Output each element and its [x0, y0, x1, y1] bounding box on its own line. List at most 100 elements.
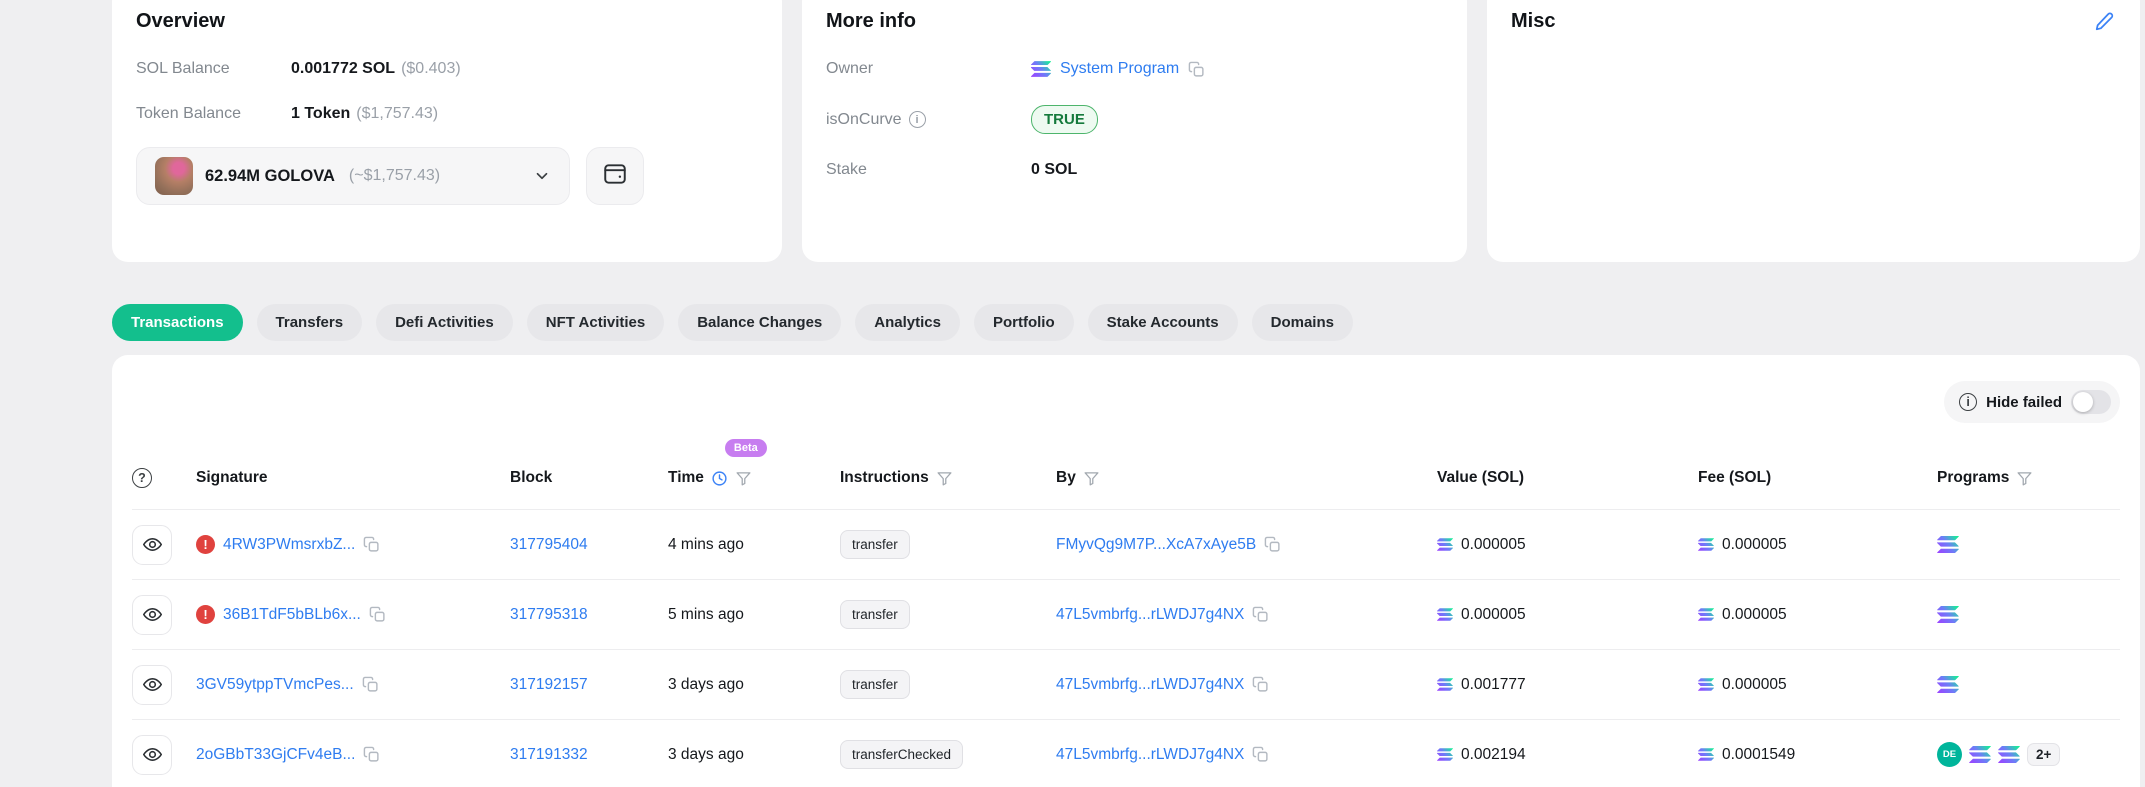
signature-link[interactable]: 4RW3PWmsrxbZ... [223, 536, 355, 554]
sol-balance-row: SOL Balance 0.001772 SOL($0.403) [136, 60, 758, 78]
tab-transactions[interactable]: Transactions [112, 304, 243, 341]
signature-link[interactable]: 3GV59ytppTVmcPes... [196, 676, 354, 694]
token-avatar [155, 157, 193, 195]
block-link[interactable]: 317192157 [510, 676, 588, 693]
time-cell: 4 mins ago [668, 536, 840, 554]
time-filter-icon[interactable] [735, 470, 752, 487]
copy-icon[interactable] [363, 746, 380, 763]
value-sol: 0.001777 [1461, 676, 1526, 694]
tab-defi-activities[interactable]: Defi Activities [376, 304, 513, 341]
token-accounts-icon [602, 161, 628, 192]
system-program-icon[interactable] [1969, 746, 1991, 763]
info-icon: i [909, 111, 926, 128]
section-tabs: Transactions Transfers Defi Activities N… [112, 304, 2140, 341]
instruction-pill: transfer [840, 530, 910, 559]
token-select-dropdown[interactable]: 62.94M GOLOVA (~$1,757.43) [136, 147, 570, 205]
dex-program-badge[interactable]: DE [1937, 742, 1962, 767]
owner-row: Owner System Program [826, 60, 1443, 78]
stake-row: Stake 0 SOL [826, 161, 1443, 179]
copy-icon[interactable] [369, 606, 386, 623]
by-filter-icon[interactable] [1083, 470, 1100, 487]
value-sol: 0.000005 [1461, 606, 1526, 624]
eye-icon [142, 604, 163, 625]
token-accounts-button[interactable] [586, 147, 644, 205]
token-program-icon[interactable] [1998, 746, 2020, 763]
col-programs: Programs [1937, 469, 2120, 487]
is-on-curve-row: isOnCurve i TRUE [826, 105, 1443, 134]
transactions-card: i Hide failed ? Signature Block Time Bet… [112, 355, 2140, 787]
sol-icon [1698, 748, 1714, 761]
system-program-icon[interactable] [1937, 606, 1959, 623]
token-balance-value: 1 Token($1,757.43) [291, 105, 438, 123]
tab-domains[interactable]: Domains [1252, 304, 1353, 341]
sol-icon [1437, 678, 1453, 691]
preview-eye-button[interactable] [132, 525, 172, 565]
more-programs-pill[interactable]: 2+ [2027, 743, 2060, 766]
copy-icon[interactable] [1188, 61, 1205, 78]
sol-icon [1698, 538, 1714, 551]
copy-icon[interactable] [1252, 746, 1269, 763]
tab-balance-changes[interactable]: Balance Changes [678, 304, 841, 341]
block-link[interactable]: 317795318 [510, 606, 588, 623]
programs-filter-icon[interactable] [2016, 470, 2033, 487]
copy-icon[interactable] [362, 676, 379, 693]
overview-title: Overview [136, 10, 758, 33]
copy-icon[interactable] [1252, 606, 1269, 623]
hide-failed-toggle[interactable] [2071, 390, 2111, 414]
by-address-link[interactable]: FMyvQg9M7P...XcA7xAye5B [1056, 536, 1256, 554]
by-address-link[interactable]: 47L5vmbrfg...rLWDJ7g4NX [1056, 606, 1244, 624]
failed-tx-icon: ! [196, 605, 215, 624]
instruction-pill: transferChecked [840, 740, 963, 769]
system-program-icon[interactable] [1937, 676, 1959, 693]
copy-icon[interactable] [1252, 676, 1269, 693]
solana-logo-icon [1031, 61, 1051, 77]
eye-icon [142, 534, 163, 555]
copy-icon[interactable] [1264, 536, 1281, 553]
fee-sol: 0.0001549 [1722, 746, 1795, 764]
tab-portfolio[interactable]: Portfolio [974, 304, 1074, 341]
by-address-link[interactable]: 47L5vmbrfg...rLWDJ7g4NX [1056, 676, 1244, 694]
sol-icon [1437, 748, 1453, 761]
owner-link[interactable]: System Program [1060, 60, 1179, 78]
tab-stake-accounts[interactable]: Stake Accounts [1088, 304, 1238, 341]
overview-card: Overview SOL Balance 0.001772 SOL($0.403… [112, 0, 782, 262]
tab-nft-activities[interactable]: NFT Activities [527, 304, 664, 341]
system-program-icon[interactable] [1937, 536, 1959, 553]
is-on-curve-label: isOnCurve i [826, 111, 1031, 129]
copy-icon[interactable] [363, 536, 380, 553]
token-balance-row: Token Balance 1 Token($1,757.43) [136, 105, 758, 123]
signature-link[interactable]: 2oGBbT33GjCFv4eB... [196, 746, 355, 764]
preview-eye-button[interactable] [132, 665, 172, 705]
signature-link[interactable]: 36B1TdF5bBLb6x... [223, 606, 361, 624]
sol-icon [1437, 538, 1453, 551]
instruction-pill: transfer [840, 670, 910, 699]
table-row: 3GV59ytppTVmcPes... 317192157 3 days ago… [132, 649, 2120, 719]
beta-badge: Beta [725, 439, 767, 457]
hide-failed-control[interactable]: i Hide failed [1944, 381, 2120, 423]
sol-icon [1437, 608, 1453, 621]
tab-transfers[interactable]: Transfers [257, 304, 363, 341]
block-link[interactable]: 317191332 [510, 746, 588, 763]
preview-eye-button[interactable] [132, 735, 172, 775]
table-toolbar: i Hide failed [132, 381, 2120, 423]
edit-pencil-icon[interactable] [2094, 10, 2116, 32]
token-selector-row: 62.94M GOLOVA (~$1,757.43) [136, 147, 758, 205]
is-on-curve-value: TRUE [1031, 105, 1098, 134]
tab-analytics[interactable]: Analytics [855, 304, 960, 341]
fee-sol: 0.000005 [1722, 606, 1787, 624]
hide-failed-label: Hide failed [1986, 394, 2062, 411]
preview-eye-button[interactable] [132, 595, 172, 635]
sol-balance-label: SOL Balance [136, 60, 291, 78]
by-address-link[interactable]: 47L5vmbrfg...rLWDJ7g4NX [1056, 746, 1244, 764]
help-icon: ? [132, 468, 152, 488]
instructions-filter-icon[interactable] [936, 470, 953, 487]
time-cell: 3 days ago [668, 746, 840, 764]
value-sol: 0.002194 [1461, 746, 1526, 764]
col-by: By [1056, 469, 1437, 487]
toggle-knob [2073, 392, 2093, 412]
token-balance-label: Token Balance [136, 105, 291, 123]
clock-icon[interactable] [711, 470, 728, 487]
block-link[interactable]: 317795404 [510, 536, 588, 553]
stake-value: 0 SOL [1031, 161, 1077, 179]
fee-sol: 0.000005 [1722, 536, 1787, 554]
